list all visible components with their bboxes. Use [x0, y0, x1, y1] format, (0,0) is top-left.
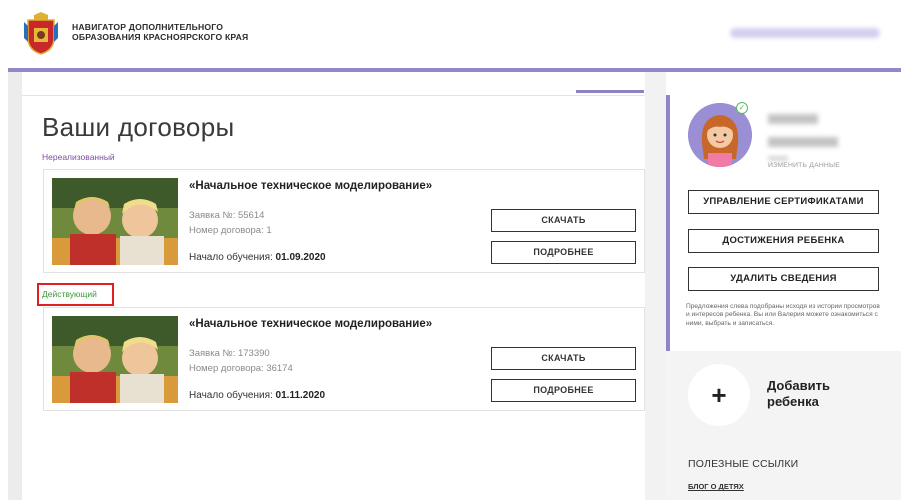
application-number: Заявка №: 55614 [189, 210, 265, 221]
download-button[interactable]: СКАЧАТЬ [491, 347, 636, 370]
download-button[interactable]: СКАЧАТЬ [491, 209, 636, 232]
child-age-blurred [768, 156, 788, 161]
brand-line-1: НАВИГАТОР ДОПОЛНИТЕЛЬНОГО [72, 22, 224, 32]
add-child-plus-icon[interactable]: + [688, 364, 750, 426]
page-title: Ваши договоры [42, 112, 235, 142]
start-date-label: Начало обучения: [189, 252, 276, 263]
manage-certificates-button[interactable]: УПРАВЛЕНИЕ СЕРТИФИКАТАМИ [688, 190, 879, 214]
start-date-label: Начало обучения: [189, 390, 276, 401]
edit-profile-link[interactable]: ИЗМЕНИТЬ ДАННЫЕ [768, 162, 840, 169]
start-date-value: 01.09.2020 [275, 252, 326, 263]
verified-check-icon: ✓ [736, 102, 748, 114]
contract-card: «Начальное техническое моделирование» За… [43, 307, 645, 411]
column-gutter [645, 72, 666, 500]
course-photo[interactable] [52, 178, 178, 265]
contract-card: «Начальное техническое моделирование» За… [43, 169, 645, 273]
add-child-line-1: Добавить [767, 378, 830, 393]
course-photo[interactable] [52, 316, 178, 403]
start-date-value: 01.11.2020 [275, 390, 326, 401]
application-number: Заявка №: 173390 [189, 348, 270, 359]
active-tab-indicator [576, 90, 644, 93]
start-date-line: Начало обучения: 01.11.2020 [189, 390, 325, 401]
start-date-line: Начало обучения: 01.09.2020 [189, 252, 326, 263]
contract-number: Номер договора: 36174 [189, 363, 293, 374]
add-child-line-2: ребенка [767, 394, 819, 409]
recommendations-note: Предложения слева подобраны исходя из ис… [686, 303, 880, 327]
details-button[interactable]: ПОДРОБНЕЕ [491, 379, 636, 402]
delete-info-button[interactable]: УДАЛИТЬ СВЕДЕНИЯ [688, 267, 879, 291]
useful-links-title: ПОЛЕЗНЫЕ ССЫЛКИ [688, 458, 799, 470]
sidebar-accent-bar [666, 95, 670, 351]
highlight-box [37, 283, 114, 306]
content-divider [22, 95, 645, 96]
child-achievements-button[interactable]: ДОСТИЖЕНИЯ РЕБЕНКА [688, 229, 879, 253]
contract-number: Номер договора: 1 [189, 225, 272, 236]
details-button[interactable]: ПОДРОБНЕЕ [491, 241, 636, 264]
user-name-blurred[interactable] [730, 28, 880, 38]
status-label-unrealized: Нереализованный [42, 152, 115, 162]
krasnoyarsk-coat-of-arms-icon[interactable] [22, 12, 60, 56]
left-gutter [8, 72, 22, 500]
header-accent-line [8, 68, 901, 72]
site-brand[interactable]: НАВИГАТОР ДОПОЛНИТЕЛЬНОГО ОБРАЗОВАНИЯ КР… [72, 22, 248, 42]
add-child-label[interactable]: Добавить ребенка [767, 378, 857, 410]
child-name-blurred [768, 114, 818, 124]
useful-link-blog[interactable]: БЛОГ О ДЕТЯХ [688, 482, 744, 491]
child-surname-blurred [768, 137, 838, 147]
header: НАВИГАТОР ДОПОЛНИТЕЛЬНОГО ОБРАЗОВАНИЯ КР… [0, 0, 901, 68]
brand-line-2: ОБРАЗОВАНИЯ КРАСНОЯРСКОГО КРАЯ [72, 32, 249, 42]
course-title[interactable]: «Начальное техническое моделирование» [189, 318, 432, 330]
course-title[interactable]: «Начальное техническое моделирование» [189, 180, 432, 192]
